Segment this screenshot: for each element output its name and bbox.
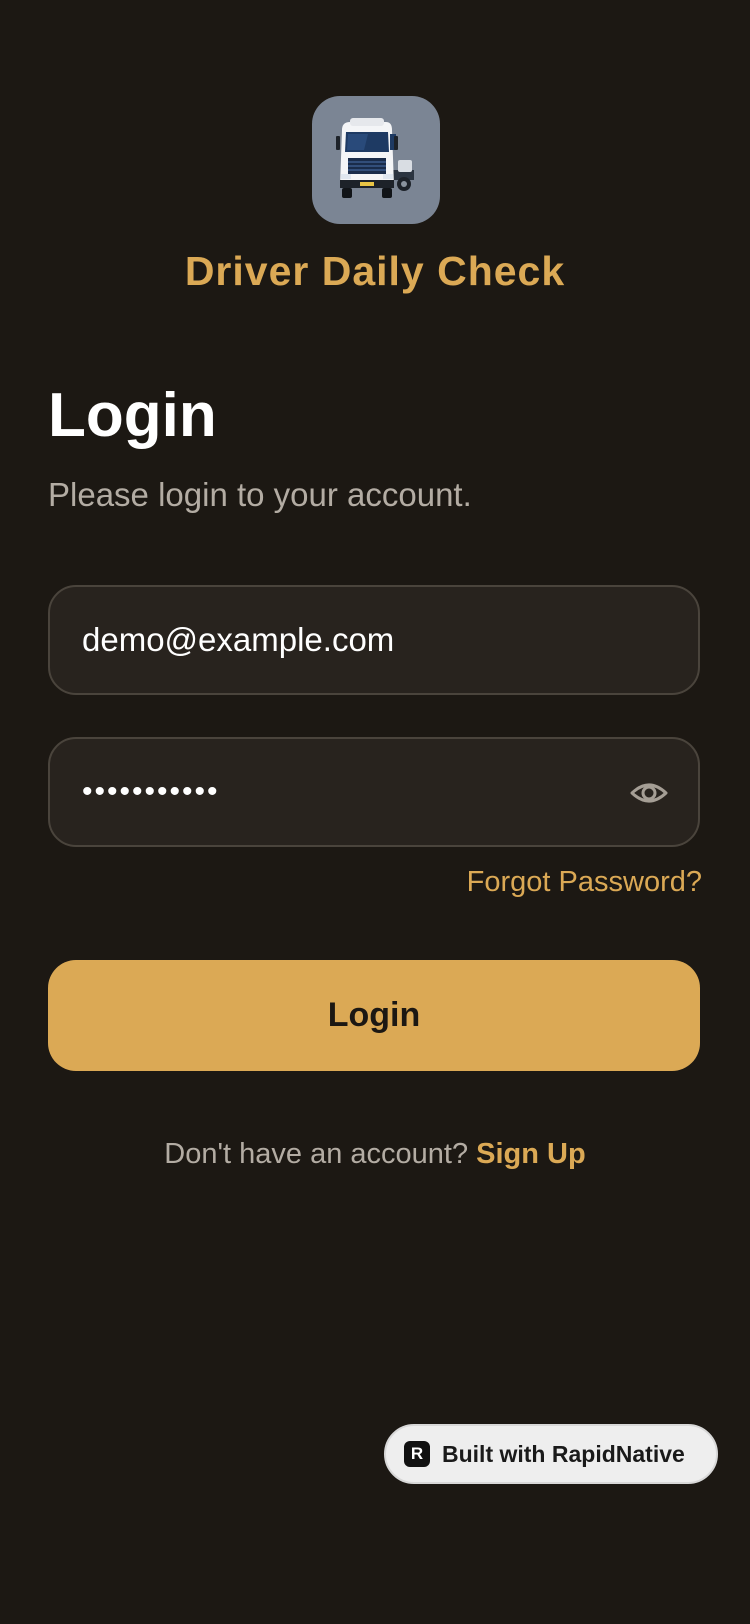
badge-label: Built with RapidNative (442, 1440, 685, 1467)
app-logo (312, 96, 440, 224)
password-field[interactable] (48, 737, 700, 847)
login-button[interactable]: Login (48, 960, 700, 1071)
password-input[interactable] (82, 739, 622, 845)
page-title: Login (48, 381, 217, 450)
forgot-password-link[interactable]: Forgot Password? (467, 866, 702, 899)
login-subtitle: Please login to your account. (48, 476, 472, 513)
email-input[interactable] (82, 587, 622, 693)
signup-prompt: Don't have an account? (164, 1138, 477, 1170)
show-password-button[interactable] (628, 772, 670, 814)
app-name: Driver Daily Check (184, 248, 566, 294)
built-with-rapidnative-badge[interactable]: R Built with RapidNative (384, 1424, 718, 1484)
rapidnative-logo-icon: R (404, 1441, 430, 1467)
signup-row: Don't have an account? Sign Up (0, 1138, 750, 1171)
signup-link[interactable]: Sign Up (476, 1138, 586, 1170)
truck-icon (336, 118, 414, 198)
email-field[interactable] (48, 585, 700, 695)
eye-icon (630, 783, 668, 803)
